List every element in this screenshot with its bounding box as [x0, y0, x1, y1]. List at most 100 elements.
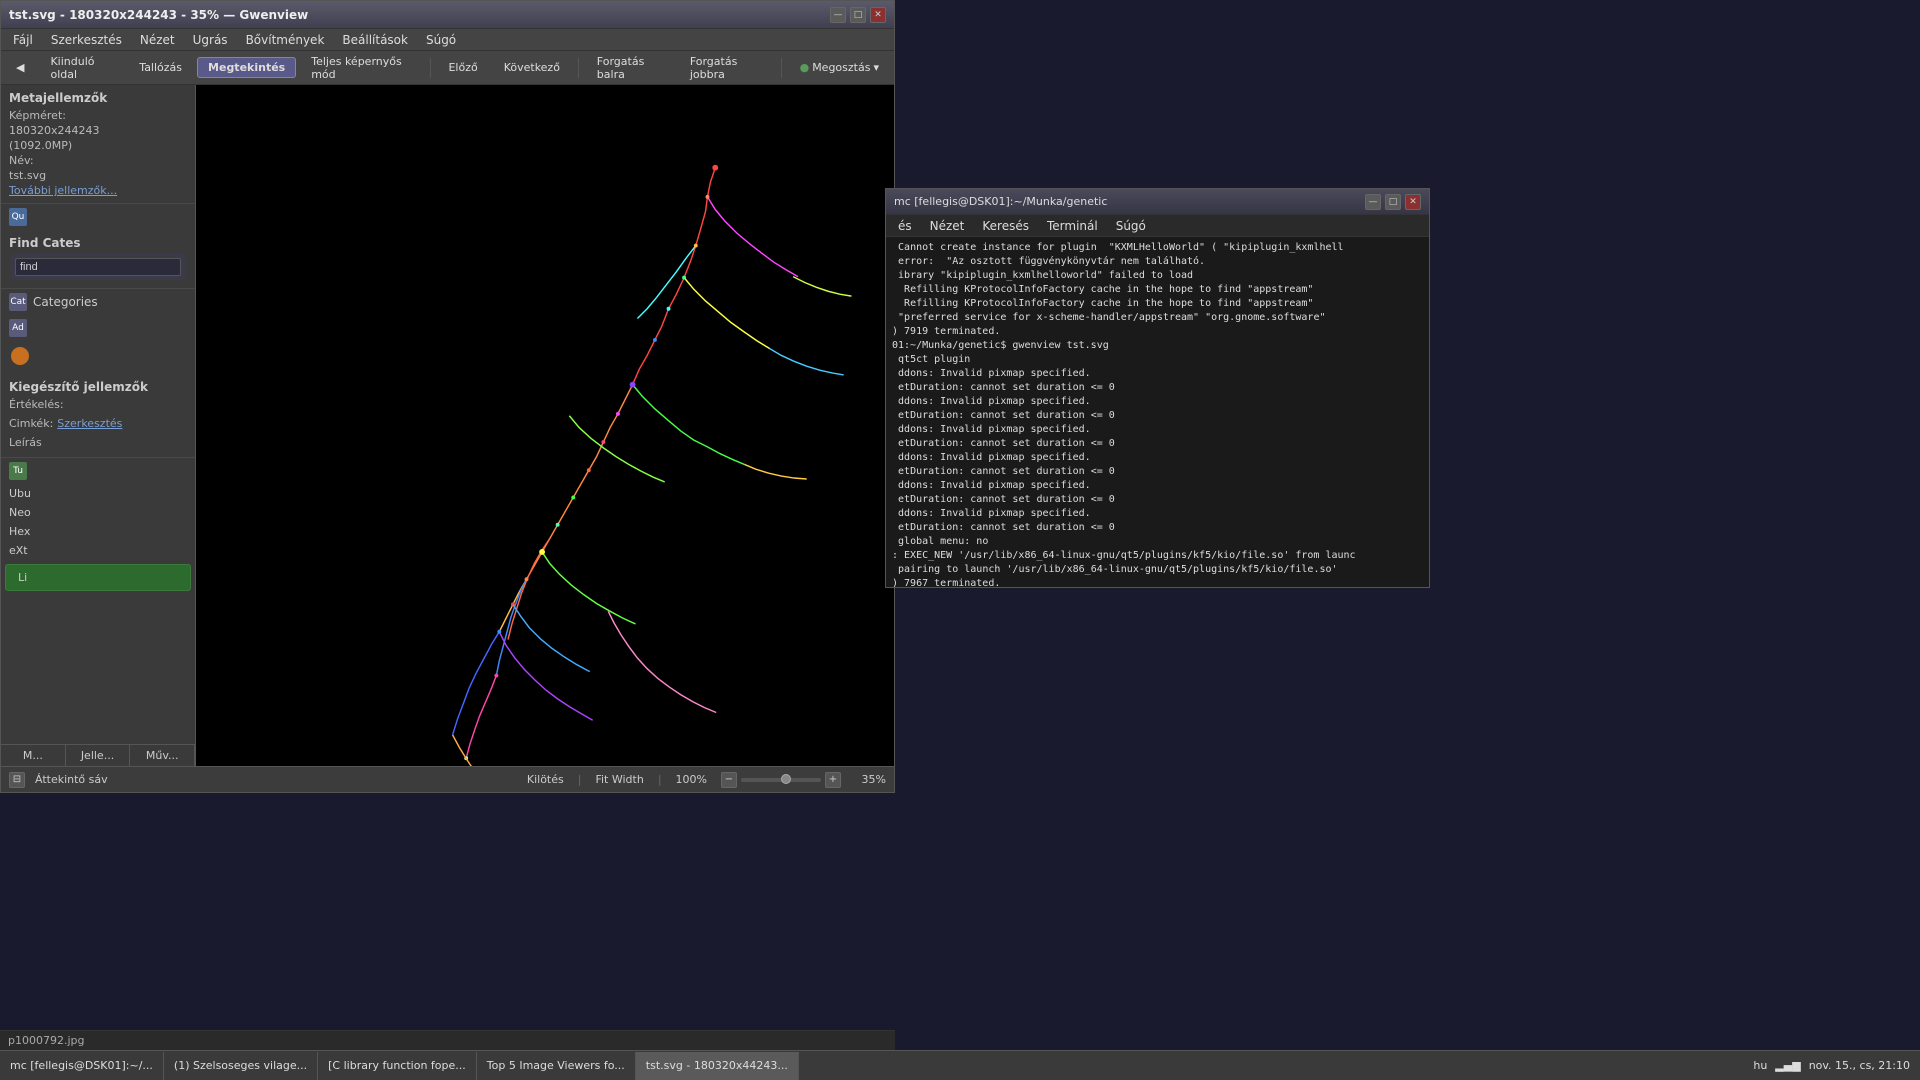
zoom-minus-btn[interactable]: − [721, 772, 737, 788]
terminal-content[interactable]: Cannot create instance for plugin "KXMLH… [886, 237, 1429, 587]
image-size-mp: (1092.0MP) [9, 139, 187, 152]
menu-go[interactable]: Ugrás [185, 31, 236, 49]
filename-value: tst.svg [9, 169, 187, 182]
supplementary-title: Kiegészítő jellemzők [9, 380, 187, 394]
toolbar-home-btn[interactable]: Kiinduló oldal [39, 51, 124, 85]
toolbar-prev-btn[interactable]: Előző [437, 57, 488, 78]
terminal-line: Refilling KProtocolInfoFactory cache in … [892, 297, 1423, 311]
gwenview-title: tst.svg - 180320x244243 - 35% — Gwenview [9, 8, 308, 22]
taskbar-item-top5[interactable]: Top 5 Image Viewers fo... [477, 1052, 636, 1080]
share-icon: ● [800, 61, 810, 74]
more-props-link[interactable]: További jellemzők... [9, 184, 187, 197]
status-sep-2: | [658, 773, 662, 786]
terminal-title: mc [fellegis@DSK01]:~/Munka/genetic [894, 195, 1107, 208]
menu-plugins[interactable]: Bővítmények [238, 31, 333, 49]
gwenview-minimize-btn[interactable]: — [830, 7, 846, 23]
terminal-minimize-btn[interactable]: — [1365, 194, 1381, 210]
zoom-value: 35% [851, 773, 886, 786]
hex-item[interactable]: Hex [1, 522, 195, 541]
tags-row: Cimkék: Szerkesztés [9, 413, 187, 434]
sidebar-tab-muv[interactable]: Műv... [130, 745, 195, 766]
gwenview-status-bar: ⊟ Áttekintő sáv Kilötés | Fit Width | 10… [1, 766, 894, 792]
terminal-menu-search[interactable]: Keresés [974, 217, 1037, 235]
ubuntu-item[interactable]: Ubu [1, 484, 195, 503]
sidebar-tab-jelle[interactable]: Jelle... [66, 745, 131, 766]
toolbar-browse-btn[interactable]: Tallózás [128, 57, 193, 78]
terminal-line: Cannot create instance for plugin "KXMLH… [892, 241, 1423, 255]
terminal-menu-terminal[interactable]: Terminál [1039, 217, 1106, 235]
terminal-line: ddons: Invalid pixmap specified. [892, 423, 1423, 437]
toolbar-view-btn[interactable]: Megtekintés [197, 57, 296, 78]
toolbar-rotate-right-btn[interactable]: Forgatás jobbra [679, 51, 774, 85]
quick-panel-icon: Qu [9, 208, 27, 226]
add-icon: Ad [9, 319, 27, 337]
menu-file[interactable]: Fájl [5, 31, 41, 49]
sidebar-tab-m[interactable]: M... [1, 745, 66, 766]
zoom-plus-btn[interactable]: + [825, 772, 841, 788]
taskbar: mc [fellegis@DSK01]:~/... (1) Szelsosege… [0, 1050, 1920, 1080]
toolbar-share-btn[interactable]: ● Megosztás ▾ [789, 57, 890, 78]
meta-section: Metajellemzők Képméret: 180320x244243 (1… [1, 85, 195, 204]
taskbar-item-mc[interactable]: mc [fellegis@DSK01]:~/... [0, 1052, 164, 1080]
orange-indicator [11, 347, 29, 365]
taskbar-item-tst[interactable]: tst.svg - 180320x44243... [636, 1052, 799, 1080]
gwenview-toolbar: ◀ Kiinduló oldal Tallózás Megtekintés Te… [1, 51, 894, 85]
rating-label: Értékelés: [9, 398, 187, 411]
gwenview-filename-bar: p1000792.jpg [0, 1030, 895, 1050]
list-panel-btn[interactable]: Li [5, 564, 191, 591]
image-size-label: Képméret: [9, 109, 187, 122]
terminal-line: etDuration: cannot set duration <= 0 [892, 381, 1423, 395]
neo-item[interactable]: Neo [1, 503, 195, 522]
tutorial-panel-item[interactable]: Tu [1, 458, 195, 484]
terminal-line: global menu: no [892, 535, 1423, 549]
datetime-display: nov. 15., cs, 21:10 [1809, 1059, 1910, 1072]
find-input[interactable] [15, 258, 181, 276]
current-filename: p1000792.jpg [8, 1034, 85, 1047]
name-label: Név: [9, 154, 187, 167]
thumbnail-toggle-btn[interactable]: ⊟ [9, 772, 25, 788]
zoom-slider-thumb [781, 774, 791, 784]
terminal-line: ) 7967 terminated. [892, 577, 1423, 587]
terminal-line: etDuration: cannot set duration <= 0 [892, 465, 1423, 479]
gwenview-maximize-btn[interactable]: □ [850, 7, 866, 23]
menu-view[interactable]: Nézet [132, 31, 183, 49]
image-size-value: 180320x244243 [9, 124, 187, 137]
system-tray: hu ▂▄▆ nov. 15., cs, 21:10 [1743, 1059, 1920, 1072]
toolbar-fullscreen-btn[interactable]: Teljes képernyős mód [300, 51, 422, 85]
fit-out-btn[interactable]: Kilötés [523, 773, 568, 786]
image-view[interactable] [196, 85, 894, 766]
gwenview-titlebar: tst.svg - 180320x244243 - 35% — Gwenview… [1, 1, 894, 29]
terminal-window-controls: — □ ✕ [1365, 194, 1421, 210]
menu-help[interactable]: Súgó [418, 31, 464, 49]
terminal-line: ibrary "kipiplugin_kxmlhelloworld" faile… [892, 269, 1423, 283]
add-item[interactable]: Ad [1, 315, 195, 341]
zoom-100-btn[interactable]: 100% [672, 773, 711, 786]
terminal-line: ddons: Invalid pixmap specified. [892, 367, 1423, 381]
gwenview-close-btn[interactable]: ✕ [870, 7, 886, 23]
categories-panel-item[interactable]: Cat Categories [1, 289, 195, 315]
taskbar-item-szels[interactable]: (1) Szelsoseges vilage... [164, 1052, 318, 1080]
menu-edit[interactable]: Szerkesztés [43, 31, 130, 49]
toolbar-rotate-left-btn[interactable]: Forgatás balra [586, 51, 675, 85]
menu-settings[interactable]: Beállítások [334, 31, 416, 49]
extensions-item[interactable]: eXt [1, 541, 195, 560]
categories-icon: Cat [9, 293, 27, 311]
thumbnail-label: Áttekintő sáv [35, 773, 108, 786]
taskbar-item-c[interactable]: [C library function fope... [318, 1052, 477, 1080]
terminal-close-btn[interactable]: ✕ [1405, 194, 1421, 210]
terminal-menu-es[interactable]: és [890, 217, 920, 235]
image-canvas [196, 85, 894, 766]
toolbar-back-btn[interactable]: ◀ [5, 57, 35, 78]
tags-edit-link[interactable]: Szerkesztés [57, 417, 122, 430]
fit-width-btn[interactable]: Fit Width [591, 773, 647, 786]
terminal-menu-help[interactable]: Súgó [1108, 217, 1154, 235]
terminal-window: mc [fellegis@DSK01]:~/Munka/genetic — □ … [885, 188, 1430, 588]
terminal-maximize-btn[interactable]: □ [1385, 194, 1401, 210]
terminal-menu-view[interactable]: Nézet [922, 217, 973, 235]
terminal-line: ) 7919 terminated. [892, 325, 1423, 339]
quick-panel-item[interactable]: Qu [1, 204, 195, 230]
find-section: Find Cates [1, 230, 195, 289]
zoom-slider[interactable] [741, 778, 821, 782]
sidebar-bottom-tabs: M... Jelle... Műv... [1, 744, 195, 766]
toolbar-next-btn[interactable]: Következő [493, 57, 571, 78]
